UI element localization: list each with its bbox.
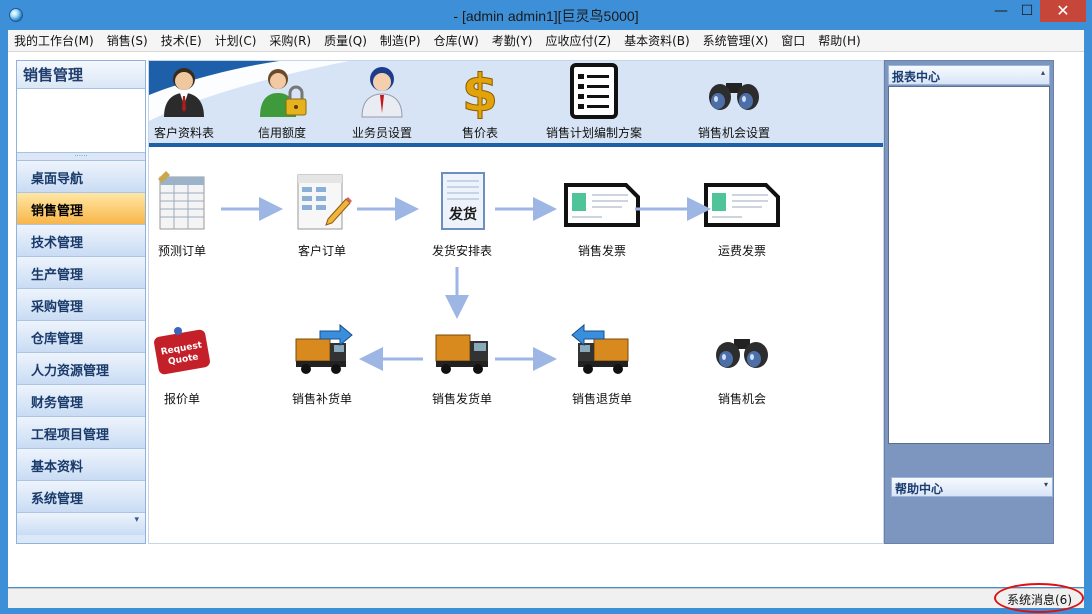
menu-tech[interactable]: 技术(E) <box>161 32 202 49</box>
nav-item-sales[interactable]: 销售管理 <box>17 193 145 225</box>
maximize-button[interactable]: ☐ <box>1012 0 1042 22</box>
nav-item-desktop[interactable]: 桌面导航 <box>17 161 145 193</box>
chevron-down-icon[interactable]: ▾ <box>1044 480 1048 489</box>
nav-footer[interactable]: ▾ <box>17 513 145 535</box>
menu-manufacture[interactable]: 制造(P) <box>380 32 421 49</box>
help-center-header[interactable]: 帮助中心 ▾ <box>891 477 1053 497</box>
nav-item-finance[interactable]: 财务管理 <box>17 385 145 417</box>
menu-basic-data[interactable]: 基本资料(B) <box>624 32 690 49</box>
nav-item-system[interactable]: 系统管理 <box>17 481 145 513</box>
menu-window[interactable]: 窗口 <box>781 32 805 49</box>
close-button[interactable]: ✕ <box>1040 0 1086 22</box>
report-center-list[interactable] <box>888 86 1050 444</box>
menu-attendance[interactable]: 考勤(Y) <box>492 32 533 49</box>
nav-item-warehouse[interactable]: 仓库管理 <box>17 321 145 353</box>
nav-item-purchase[interactable]: 采购管理 <box>17 289 145 321</box>
menu-help[interactable]: 帮助(H) <box>818 32 860 49</box>
right-panel: 报表中心 ▴ 帮助中心 ▾ <box>884 60 1054 544</box>
flow-arrows <box>221 197 711 371</box>
nav-item-production[interactable]: 生产管理 <box>17 257 145 289</box>
menu-system-admin[interactable]: 系统管理(X) <box>703 32 769 49</box>
menu-quality[interactable]: 质量(Q) <box>324 32 367 49</box>
main-content: 客户资料表 信用额度 业务员设置 $ 售价表 销售计划编制方案 销售机会设置 预… <box>148 60 884 544</box>
app-window: - [admin admin1][巨灵鸟5000] — ☐ ✕ 我的工作台(M)… <box>0 0 1092 614</box>
nav-item-projects[interactable]: 工程项目管理 <box>17 417 145 449</box>
menu-bar: 我的工作台(M) 销售(S) 技术(E) 计划(C) 采购(R) 质量(Q) 制… <box>8 30 1084 52</box>
nav-splitter[interactable]: ······ <box>17 153 145 161</box>
nav-item-hr[interactable]: 人力资源管理 <box>17 353 145 385</box>
menu-receivable-payable[interactable]: 应收应付(Z) <box>545 32 611 49</box>
client-area: 销售管理 ······ 桌面导航 销售管理 技术管理 生产管理 采购管理 仓库管… <box>8 52 1084 587</box>
highlight-ring <box>994 583 1084 613</box>
menu-sales[interactable]: 销售(S) <box>107 32 148 49</box>
chevron-down-icon[interactable]: ▾ <box>134 515 139 525</box>
report-center-header[interactable]: 报表中心 ▴ <box>888 65 1050 85</box>
menu-warehouse[interactable]: 仓库(W) <box>434 32 479 49</box>
menu-plan[interactable]: 计划(C) <box>215 32 257 49</box>
nav-item-tech[interactable]: 技术管理 <box>17 225 145 257</box>
chevron-up-icon[interactable]: ▴ <box>1041 68 1045 77</box>
report-center-title: 报表中心 <box>892 70 941 84</box>
left-nav-panel: 销售管理 ······ 桌面导航 销售管理 技术管理 生产管理 采购管理 仓库管… <box>16 60 146 544</box>
status-bar: 系统消息(6) <box>8 583 1084 613</box>
menu-purchase[interactable]: 采购(R) <box>269 32 311 49</box>
nav-panel-blank <box>17 89 145 153</box>
title-bar[interactable]: - [admin admin1][巨灵鸟5000] — ☐ ✕ <box>0 0 1092 30</box>
nav-panel-title: 销售管理 <box>17 61 145 89</box>
window-title: - [admin admin1][巨灵鸟5000] <box>453 8 639 24</box>
help-center-title: 帮助中心 <box>895 482 944 496</box>
nav-item-basic-data[interactable]: 基本资料 <box>17 449 145 481</box>
menu-my-workbench[interactable]: 我的工作台(M) <box>14 32 94 49</box>
